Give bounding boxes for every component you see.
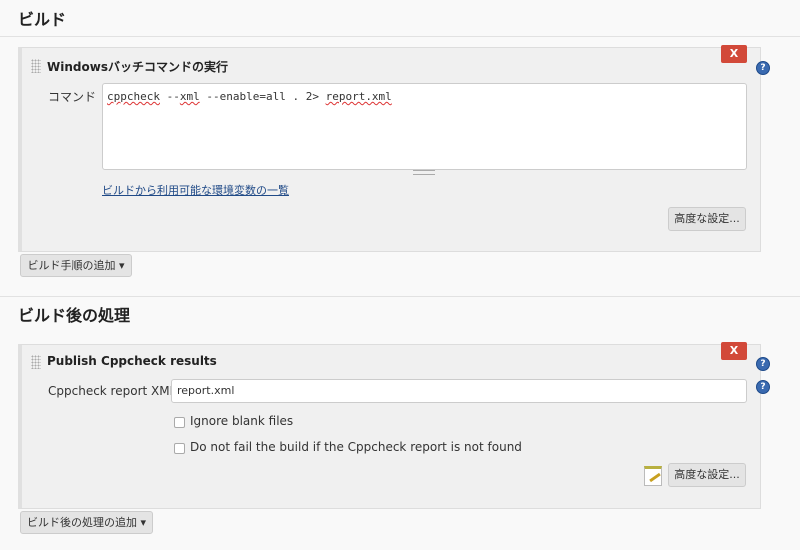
add-build-step-button[interactable]: ビルド手順の追加 ▾ [20,254,132,277]
command-label: コマンド [48,90,97,104]
delete-step-button[interactable]: X [721,45,747,63]
advanced-button[interactable]: 高度な設定... [668,207,746,231]
post-build-heading: ビルド後の処理 [18,306,131,325]
add-post-build-label: ビルド後の処理の追加 [26,516,137,529]
no-fail-label: Do not fail the build if the Cppcheck re… [190,440,522,454]
step-title: Publish Cppcheck results [47,354,217,368]
report-xmls-input[interactable]: report.xml [171,379,747,403]
ignore-blank-label: Ignore blank files [190,414,294,428]
drag-handle-icon[interactable] [31,59,41,73]
add-build-step-label: ビルド手順の追加 [27,259,116,272]
caret-down-icon: ▾ [140,516,147,529]
ignore-blank-checkbox[interactable] [174,417,185,428]
env-vars-link[interactable]: ビルドから利用可能な環境変数の一覧 [102,182,289,198]
caret-down-icon: ▾ [118,259,125,272]
command-text: report.xml [325,90,392,103]
add-post-build-action-button[interactable]: ビルド後の処理の追加 ▾ [20,511,153,534]
help-icon[interactable]: ? [756,357,770,371]
divider [0,36,800,37]
divider [0,296,800,297]
command-text: xml [179,90,200,103]
delete-action-button[interactable]: X [721,342,747,360]
build-heading: ビルド [18,10,67,29]
command-text: cppcheck [107,90,160,103]
command-textarea[interactable]: cppcheck --xml --enable=all . 2> report.… [102,83,747,170]
command-text: -- [159,90,180,103]
help-icon[interactable]: ? [756,380,770,394]
command-text: --enable=all . 2> [199,90,326,103]
notepad-icon [644,466,662,486]
no-fail-checkbox[interactable] [174,443,185,454]
report-xmls-label: Cppcheck report XMLs [48,384,183,398]
advanced-button[interactable]: 高度な設定... [668,463,746,487]
resize-handle[interactable] [413,170,435,175]
drag-handle-icon[interactable] [31,355,41,369]
help-icon[interactable]: ? [756,61,770,75]
step-title: Windowsバッチコマンドの実行 [47,60,228,74]
